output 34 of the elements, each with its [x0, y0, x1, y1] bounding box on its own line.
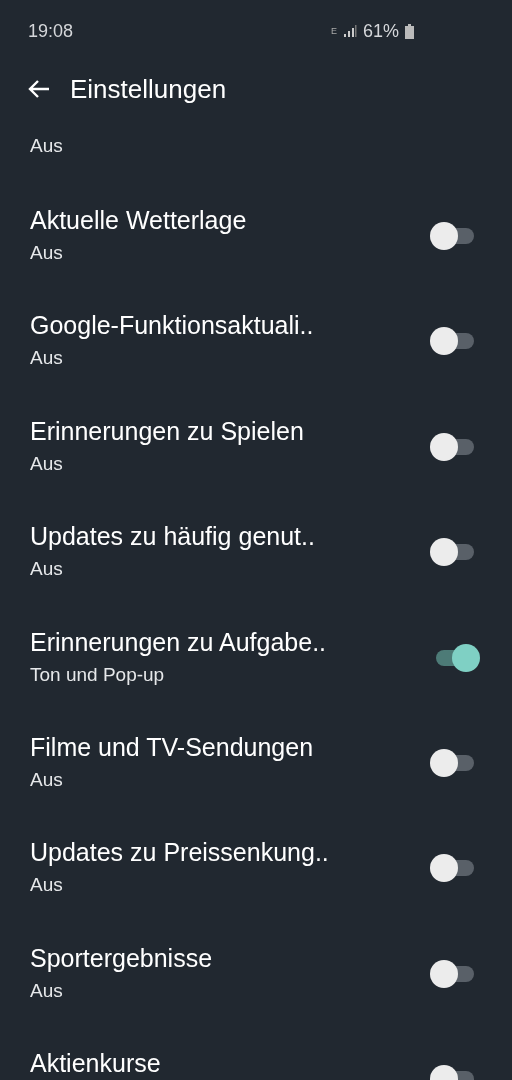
setting-title: Aktuelle Wetterlage	[30, 205, 248, 236]
setting-title: Updates zu Preissenkung..	[30, 837, 330, 869]
setting-row[interactable]: Filme und TV-Sendungen Aus	[0, 710, 512, 817]
setting-subtitle: Aus	[30, 241, 64, 265]
setting-title: Updates zu häufig genut..	[30, 521, 316, 553]
setting-subtitle: Ton und Pop-up	[30, 662, 166, 687]
setting-row[interactable]: Updates zu häufig genut.. Aus	[0, 500, 512, 606]
screen-title: Einstellungen	[70, 72, 227, 106]
setting-row[interactable]: Aktuelle Wetterlage Aus	[0, 184, 512, 290]
setting-row[interactable]: Google-Funktionsaktuali.. Aus	[0, 289, 512, 395]
setting-subtitle: Aus	[30, 346, 64, 371]
setting-title: Aktienkurse	[30, 1048, 162, 1080]
setting-subtitle: Aus	[30, 134, 64, 158]
back-arrow-icon[interactable]	[28, 79, 50, 99]
battery-percent: 61%	[362, 19, 399, 43]
setting-row[interactable]: Updates zu Preissenkung.. Aus	[0, 816, 512, 922]
setting-subtitle: Aus	[30, 557, 64, 582]
status-time: 19:08	[28, 19, 74, 43]
setting-row[interactable]: Sportergebnisse Aus	[0, 921, 512, 1028]
setting-title: Sportergebnisse	[30, 942, 214, 974]
setting-subtitle: Aus	[30, 451, 64, 476]
setting-title: Google-Funktionsaktuali..	[30, 310, 315, 342]
setting-row[interactable]: Aktienkurse	[0, 1027, 512, 1080]
setting-title: Erinnerungen zu Aufgabe..	[30, 626, 328, 658]
setting-row[interactable]: Erinnerungen zu Aufgabe.. Ton und Pop-up	[0, 605, 512, 711]
setting-subtitle: Aus	[30, 978, 64, 1003]
battery-icon	[405, 23, 414, 39]
network-type: E	[330, 26, 337, 36]
setting-row[interactable]: Erinnerungen zu Spielen Aus	[0, 394, 512, 501]
setting-subtitle: Aus	[30, 873, 64, 898]
setting-subtitle: Aus	[30, 767, 64, 792]
setting-title: Erinnerungen zu Spielen	[30, 415, 305, 447]
signal-icon	[342, 24, 357, 38]
setting-title: Filme und TV-Sendungen	[30, 731, 315, 763]
